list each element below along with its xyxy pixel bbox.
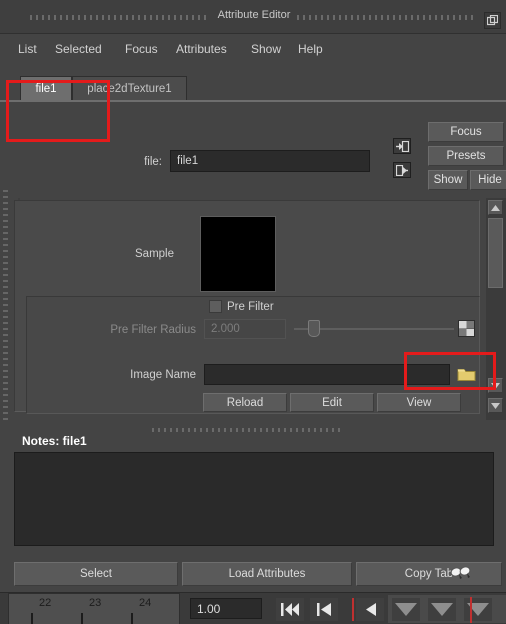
attribute-scrollbar[interactable] [486,198,506,420]
bottom-button-row: Select Load Attributes Copy Tab [0,560,506,588]
attribute-body: file: file1 Focus Presets Show Hide Samp… [0,102,506,422]
frame-tick [81,613,83,624]
tab-file1[interactable]: file1 [20,76,72,100]
notes-textarea[interactable] [14,452,494,546]
show-button[interactable]: Show [428,170,468,190]
playback-speed-input[interactable]: 1.00 [190,598,262,619]
frame-number-22: 22 [39,597,52,609]
frame-number-23: 23 [89,597,102,609]
skip-to-start-icon[interactable] [276,598,304,621]
play-forward-icon[interactable] [392,598,420,621]
notes-label: Notes: file1 [22,434,87,448]
titlebar-drag-handle-left[interactable] [30,15,208,20]
title-bar: Attribute Editor [0,0,506,34]
titlebar-drag-handle-right[interactable] [297,15,477,20]
scroll-down-arrow-icon[interactable] [488,378,503,393]
menu-list[interactable]: List [14,41,41,57]
arrow-into-box-icon[interactable] [393,138,411,154]
focus-button[interactable]: Focus [428,122,504,142]
menu-attributes[interactable]: Attributes [172,41,231,57]
select-button[interactable]: Select [14,562,178,586]
file-name-input[interactable]: file1 [170,150,370,172]
attribute-editor-window: Attribute Editor List Selected Focus Att… [0,0,506,624]
arrow-out-of-box-icon[interactable] [393,162,411,178]
pre-filter-radius-slider-handle[interactable] [308,320,320,337]
step-back-icon[interactable] [310,598,338,621]
checker-texture-icon[interactable] [458,320,475,337]
presets-button[interactable]: Presets [428,146,504,166]
pre-filter-checkbox[interactable] [209,300,222,313]
pre-filter-radius-label: Pre Filter Radius [110,324,196,336]
reload-button[interactable]: Reload [203,393,287,412]
hide-button[interactable]: Hide [470,170,506,190]
scrollbar-thumb[interactable] [488,218,503,288]
float-window-icon[interactable] [484,12,501,29]
file-label: file: [144,156,162,168]
load-attributes-button[interactable]: Load Attributes [182,562,352,586]
timeline-playhead[interactable] [352,598,354,621]
step-forward-icon[interactable] [428,598,456,621]
menu-help[interactable]: Help [294,41,327,57]
folder-icon[interactable] [455,364,477,383]
frame-number-24: 24 [139,597,152,609]
frame-tick [31,613,33,624]
menu-show[interactable]: Show [247,41,285,57]
notes-section: Notes: file1 [0,424,506,556]
time-ruler[interactable]: 22 23 24 [8,593,180,624]
notes-drag-handle[interactable] [152,428,342,432]
image-name-label: Image Name [130,369,196,381]
timeline-playhead-right [470,597,472,623]
menu-bar: List Selected Focus Attributes Show Help [0,34,506,64]
scroll-up-arrow-icon[interactable] [488,200,503,215]
node-tab-strip: file1 place2dTexture1 [0,76,506,102]
frame-tick [131,613,133,624]
skip-to-end-icon[interactable] [464,598,492,621]
scroll-down-arrow-icon-2[interactable] [488,398,503,413]
sample-label: Sample [135,248,174,260]
window-title: Attribute Editor [217,9,291,21]
pre-filter-label: Pre Filter [227,301,274,313]
menu-focus[interactable]: Focus [121,41,162,57]
image-name-input[interactable] [204,364,450,385]
tab-place2dtexture1[interactable]: place2dTexture1 [72,76,187,100]
menu-selected[interactable]: Selected [51,41,106,57]
play-back-icon[interactable] [356,598,384,621]
edit-button[interactable]: Edit [290,393,374,412]
timeline-bar: 22 23 24 1.00 [0,592,506,624]
pre-filter-radius-input[interactable]: 2.000 [204,319,286,339]
view-button[interactable]: View [377,393,461,412]
copy-tab-button[interactable]: Copy Tab [356,562,502,586]
sample-swatch[interactable] [200,216,276,292]
panel-drag-handle-outer[interactable] [3,190,8,422]
